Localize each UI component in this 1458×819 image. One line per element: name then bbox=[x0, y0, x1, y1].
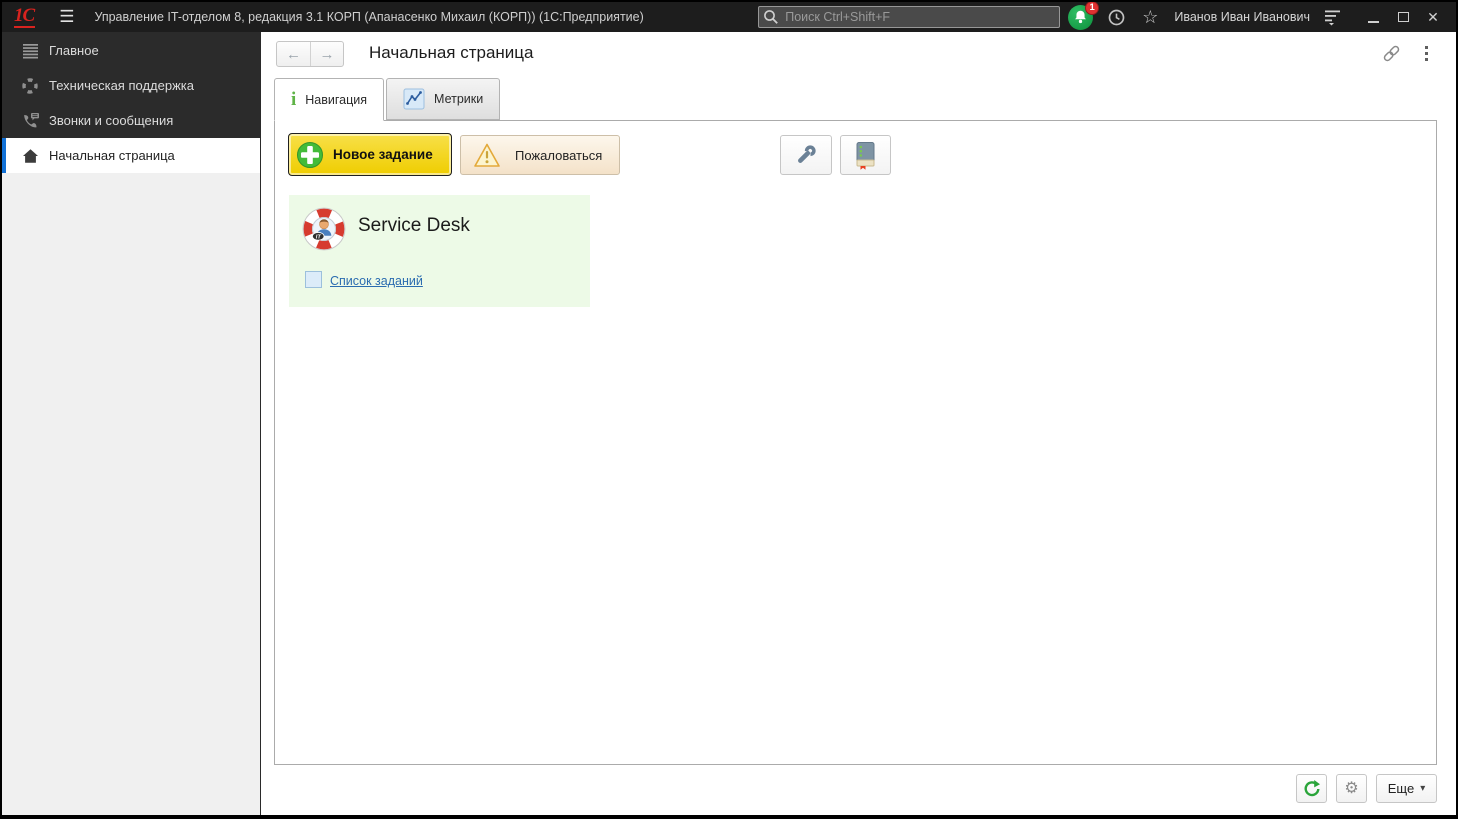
back-arrow-icon: ← bbox=[286, 45, 301, 63]
sidebar-item-label: Начальная страница bbox=[49, 148, 175, 163]
new-task-button[interactable]: Новое задание bbox=[288, 133, 452, 176]
main-menu-icon[interactable]: ☰ bbox=[59, 7, 74, 27]
main-area: ← → Начальная страница i Навигация Метри… bbox=[261, 32, 1456, 815]
navigation-tab-panel: Новое задание Пожаловаться IT Service De… bbox=[274, 120, 1437, 765]
lines-caret-icon bbox=[1325, 10, 1340, 25]
favorites-button[interactable]: ☆ bbox=[1142, 8, 1158, 26]
tab-label: Метрики bbox=[434, 92, 484, 106]
service-desk-title: Service Desk bbox=[358, 215, 470, 236]
window-controls: ✕ bbox=[1358, 2, 1448, 32]
gear-icon: ⚙ bbox=[1344, 779, 1359, 797]
service-desk-card: IT Service Desk Список заданий bbox=[289, 195, 590, 307]
support-lifebuoy-icon bbox=[20, 77, 40, 95]
info-icon: i bbox=[291, 89, 297, 110]
close-icon: ✕ bbox=[1427, 8, 1439, 25]
search-input[interactable] bbox=[758, 6, 1061, 28]
caret-down-icon: ▾ bbox=[1420, 783, 1426, 794]
sidebar-item-label: Главное bbox=[49, 43, 99, 58]
forward-button[interactable]: → bbox=[310, 42, 343, 66]
close-button[interactable]: ✕ bbox=[1418, 2, 1448, 32]
more-actions-label: Еще bbox=[1387, 781, 1415, 796]
more-actions-button[interactable]: Еще ▾ bbox=[1376, 774, 1437, 803]
journal-book-button[interactable] bbox=[840, 135, 891, 175]
sidebar-item-home-page[interactable]: Начальная страница bbox=[2, 138, 260, 173]
book-icon bbox=[856, 141, 874, 170]
minimize-icon bbox=[1367, 20, 1379, 23]
forward-arrow-icon: → bbox=[319, 45, 335, 63]
notifications-button[interactable]: 1 bbox=[1068, 2, 1100, 30]
lifebuoy-icon: IT bbox=[301, 206, 347, 257]
form-header-icons bbox=[1382, 44, 1432, 63]
sidebar-item-calls-messages[interactable]: Звонки и сообщения bbox=[2, 103, 260, 138]
refresh-button[interactable] bbox=[1296, 774, 1327, 803]
sidebar-item-tech-support[interactable]: Техническая поддержка bbox=[2, 68, 260, 103]
notification-count-badge: 1 bbox=[1085, 2, 1100, 15]
it-badge-text: IT bbox=[316, 234, 322, 240]
sidebar-item-label: Техническая поддержка bbox=[49, 78, 194, 93]
refresh-icon bbox=[1304, 780, 1320, 797]
tab-navigation[interactable]: i Навигация bbox=[274, 78, 385, 121]
app-window: 1С ☰ Управление IT-отделом 8, редакция 3… bbox=[0, 0, 1458, 819]
history-button[interactable] bbox=[1107, 8, 1126, 27]
maximize-button[interactable] bbox=[1388, 2, 1418, 32]
page-tabs: i Навигация Метрики bbox=[274, 78, 502, 121]
get-link-button[interactable] bbox=[1382, 44, 1401, 63]
page-title: Начальная страница bbox=[369, 43, 534, 62]
wrench-icon bbox=[798, 145, 816, 163]
window-inner: 1С ☰ Управление IT-отделом 8, редакция 3… bbox=[2, 2, 1456, 815]
more-menu-button[interactable] bbox=[1421, 45, 1432, 62]
task-list-link[interactable]: Список заданий bbox=[330, 274, 423, 288]
complain-button[interactable]: Пожаловаться bbox=[460, 135, 620, 175]
new-task-label: Новое задание bbox=[333, 147, 433, 162]
phone-message-icon bbox=[20, 112, 40, 130]
functions-menu-button[interactable] bbox=[1324, 9, 1342, 26]
tab-metrics[interactable]: Метрики bbox=[386, 78, 501, 120]
task-list-square-icon[interactable] bbox=[305, 271, 322, 288]
tab-label: Навигация bbox=[305, 92, 368, 107]
link-icon bbox=[1383, 45, 1400, 62]
current-user-name[interactable]: Иванов Иван Иванович bbox=[1174, 10, 1310, 24]
warning-icon bbox=[473, 142, 501, 169]
title-bar: 1С ☰ Управление IT-отделом 8, редакция 3… bbox=[2, 2, 1456, 32]
global-search bbox=[758, 6, 1061, 30]
search-icon bbox=[763, 9, 779, 30]
back-button[interactable]: ← bbox=[277, 42, 310, 66]
history-clock-icon bbox=[1108, 9, 1125, 25]
star-icon: ☆ bbox=[1142, 7, 1159, 27]
form-settings-button[interactable]: ⚙ bbox=[1336, 774, 1367, 803]
complain-label: Пожаловаться bbox=[515, 147, 603, 163]
minimize-button[interactable] bbox=[1358, 2, 1388, 32]
form-footer-buttons: ⚙ Еще ▾ bbox=[1296, 774, 1437, 803]
active-item-accent bbox=[2, 138, 6, 173]
home-icon bbox=[20, 148, 40, 164]
history-nav-group: ← → bbox=[276, 41, 344, 67]
chart-icon bbox=[403, 88, 425, 110]
sections-panel: Главное Техническая поддержка Звонки и с… bbox=[2, 32, 261, 815]
sidebar-item-label: Звонки и сообщения bbox=[49, 113, 174, 128]
plus-circle-icon bbox=[296, 141, 324, 169]
body-row: Главное Техническая поддержка Звонки и с… bbox=[2, 32, 1456, 815]
window-title: Управление IT-отделом 8, редакция 3.1 КО… bbox=[94, 10, 644, 24]
sidebar-item-main[interactable]: Главное bbox=[2, 33, 260, 68]
list-icon bbox=[20, 43, 40, 59]
settings-wrench-button[interactable] bbox=[780, 135, 832, 175]
1c-logo: 1С bbox=[14, 5, 35, 28]
sections-list: Главное Техническая поддержка Звонки и с… bbox=[2, 32, 260, 173]
maximize-icon bbox=[1397, 12, 1409, 22]
